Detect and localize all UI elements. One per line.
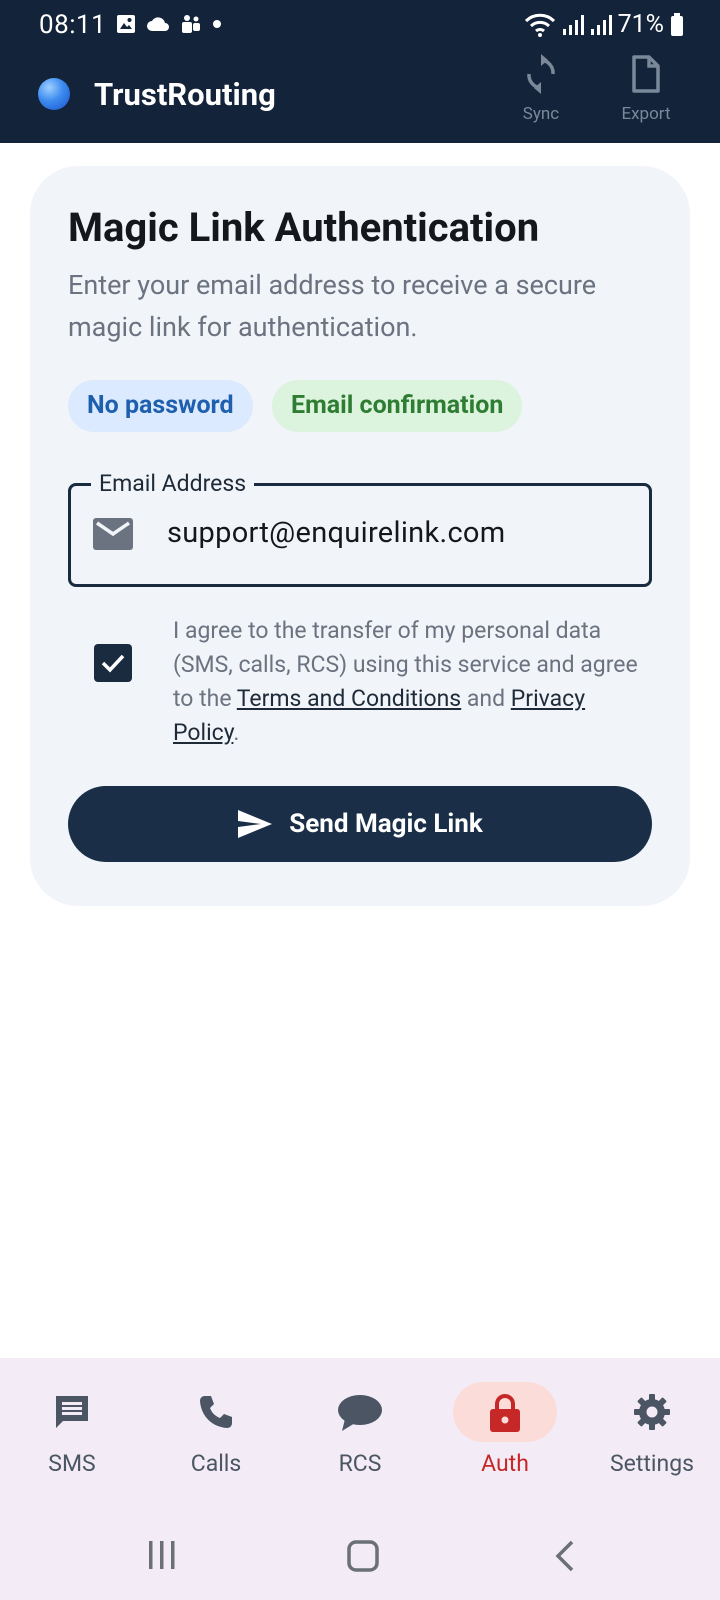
back-button[interactable] [555,1540,575,1576]
recents-button[interactable] [148,1540,176,1574]
consent-checkbox[interactable] [94,644,132,682]
notification-icons [116,14,222,34]
card-title: Magic Link Authentication [68,204,540,251]
sync-label: Sync [522,104,560,124]
magic-link-card: Magic Link Authentication Enter your ema… [30,166,690,906]
battery-icon [671,12,683,36]
email-input[interactable]: support@enquirelink.com [167,516,506,550]
terms-link[interactable]: Terms and Conditions [237,685,461,712]
card-description: Enter your email address to receive a se… [68,269,597,343]
nav-rcs-label: RCS [338,1450,382,1477]
phone-icon [200,1396,232,1428]
export-button[interactable]: Export [606,52,686,143]
nav-auth-pill [453,1382,557,1442]
sync-icon [527,54,555,94]
chip-email-confirmation: Email confirmation [272,380,523,432]
bottom-navigation: SMS Calls RCS Auth Settings [0,1358,720,1600]
signal-r-icon [590,14,612,35]
app-bar: TrustRouting Sync Export [0,52,720,143]
chip-no-password: No password [68,380,253,432]
mail-icon [93,518,133,550]
nav-rcs[interactable]: RCS [288,1358,432,1488]
message-icon [56,1396,88,1428]
status-right: 71% [524,10,684,39]
sync-button[interactable]: Sync [501,52,581,143]
status-bar: 08:11 71% [0,0,720,52]
gear-icon [634,1394,670,1430]
file-icon [632,55,660,93]
system-navigation [0,1520,720,1600]
send-button-label: Send Magic Link [289,809,483,839]
nav-calls-label: Calls [190,1450,242,1477]
signal-icon [562,14,584,35]
app-title: TrustRouting [94,76,276,113]
back-icon [555,1540,574,1572]
consent-text-end: . [233,719,240,746]
nav-sms[interactable]: SMS [0,1358,144,1488]
wifi-icon [524,13,555,37]
teams-icon [182,15,200,33]
nav-auth-label: Auth [481,1450,529,1477]
nav-settings[interactable]: Settings [580,1358,720,1488]
app-logo-icon [38,78,70,110]
nav-settings-label: Settings [610,1450,694,1477]
lock-icon [490,1394,520,1432]
nav-sms-label: SMS [48,1450,96,1477]
top-header: 08:11 71% TrustRouting Sync Export [0,0,720,143]
export-label: Export [621,104,671,124]
nav-auth[interactable]: Auth [433,1358,577,1488]
status-time: 08:11 [39,10,107,40]
check-icon [101,654,125,673]
email-field[interactable]: Email Address support@enquirelink.com [68,470,652,587]
nav-calls[interactable]: Calls [144,1358,288,1488]
dot-icon [213,20,221,28]
send-icon [238,810,273,838]
chat-bubble-icon [338,1395,382,1431]
consent-text-middle: and [461,685,511,712]
consent-text: I agree to the transfer of my personal d… [173,614,653,750]
battery-percent: 71% [617,10,664,39]
home-icon [347,1540,379,1572]
image-icon [117,15,135,33]
cloud-icon [147,17,169,31]
recents-icon [149,1541,175,1569]
home-button[interactable] [347,1540,379,1576]
send-magic-link-button[interactable]: Send Magic Link [68,786,652,862]
email-field-label: Email Address [91,470,255,497]
